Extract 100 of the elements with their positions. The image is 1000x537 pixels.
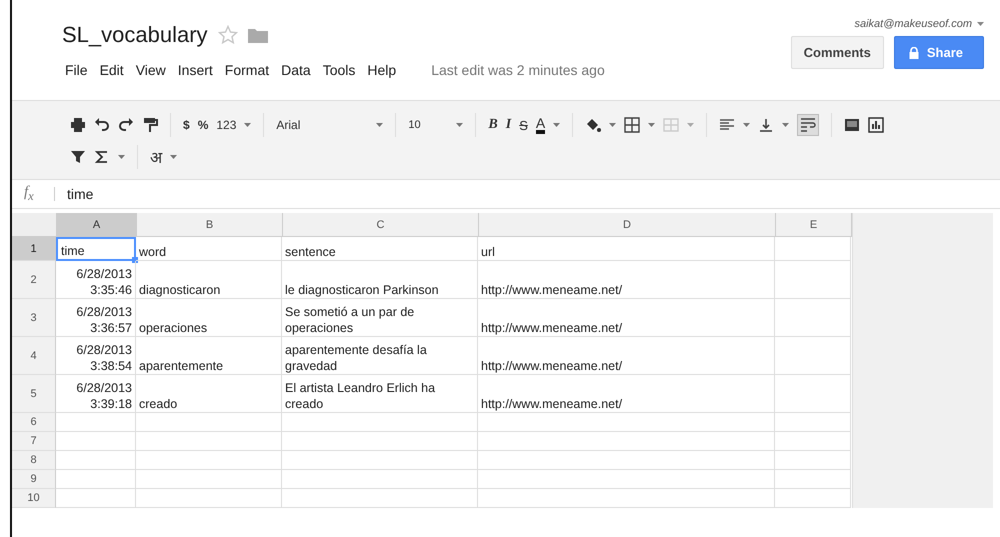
- text-color-button[interactable]: A: [536, 116, 546, 134]
- currency-format-button[interactable]: $: [183, 118, 190, 132]
- table-cell[interactable]: Se sometió a un par de operaciones: [282, 299, 478, 337]
- caret-icon[interactable]: [648, 123, 656, 127]
- row-header[interactable]: 9: [12, 470, 56, 489]
- table-cell[interactable]: operaciones: [136, 299, 282, 337]
- table-cell[interactable]: [282, 413, 478, 432]
- chart-icon[interactable]: [868, 117, 884, 133]
- table-cell[interactable]: aparentemente: [136, 337, 282, 375]
- menu-item[interactable]: Edit: [96, 62, 133, 78]
- table-cell[interactable]: diagnosticaron: [136, 261, 282, 299]
- star-icon[interactable]: [218, 25, 238, 45]
- align-left-icon[interactable]: [719, 117, 736, 133]
- table-cell[interactable]: http://www.meneame.net/: [478, 261, 775, 299]
- borders-icon[interactable]: [624, 117, 640, 133]
- table-cell[interactable]: [56, 413, 136, 432]
- table-cell[interactable]: aparentemente desafía la gravedad: [282, 337, 478, 375]
- sigma-icon[interactable]: [94, 149, 110, 165]
- table-cell[interactable]: [56, 432, 136, 451]
- table-cell[interactable]: 6/28/2013 3:36:57: [56, 299, 136, 337]
- filter-icon[interactable]: [70, 149, 86, 165]
- table-cell[interactable]: creado: [136, 375, 282, 413]
- strikethrough-button[interactable]: S: [519, 118, 528, 132]
- row-header[interactable]: 7: [12, 432, 56, 451]
- caret-icon[interactable]: [456, 123, 464, 127]
- column-header[interactable]: C: [283, 213, 479, 237]
- document-title[interactable]: SL_vocabulary: [62, 22, 208, 48]
- vertical-align-icon[interactable]: [758, 117, 774, 133]
- folder-icon[interactable]: [248, 27, 268, 43]
- number-format-button[interactable]: 123: [216, 118, 236, 132]
- table-cell[interactable]: [775, 489, 851, 508]
- font-dropdown[interactable]: Arial: [276, 118, 368, 132]
- redo-icon[interactable]: [118, 117, 134, 133]
- table-cell[interactable]: [282, 470, 478, 489]
- table-cell[interactable]: [775, 237, 851, 261]
- table-cell[interactable]: time: [56, 237, 136, 261]
- row-header[interactable]: 1: [12, 237, 56, 261]
- wrap-text-icon[interactable]: [797, 114, 820, 136]
- table-cell[interactable]: [478, 451, 775, 470]
- last-edit-status[interactable]: Last edit was 2 minutes ago: [431, 62, 605, 78]
- paint-format-icon[interactable]: [142, 117, 158, 133]
- table-cell[interactable]: [775, 432, 851, 451]
- caret-icon[interactable]: [743, 123, 750, 127]
- table-cell[interactable]: [136, 489, 282, 508]
- table-cell[interactable]: [56, 470, 136, 489]
- table-cell[interactable]: 6/28/2013 3:39:18: [56, 375, 136, 413]
- input-tools-button[interactable]: अ: [150, 146, 162, 168]
- menu-item[interactable]: View: [132, 62, 175, 78]
- caret-icon[interactable]: [977, 22, 984, 26]
- table-cell[interactable]: [478, 489, 775, 508]
- bold-button[interactable]: B: [488, 117, 498, 133]
- table-cell[interactable]: http://www.meneame.net/: [478, 375, 775, 413]
- undo-icon[interactable]: [94, 117, 110, 133]
- table-cell[interactable]: 6/28/2013 3:35:46: [56, 261, 136, 299]
- comment-icon[interactable]: [844, 117, 860, 133]
- menu-item[interactable]: Data: [278, 62, 320, 78]
- table-cell[interactable]: http://www.meneame.net/: [478, 337, 775, 375]
- row-header[interactable]: 10: [12, 489, 56, 508]
- column-header[interactable]: D: [479, 213, 776, 237]
- table-cell[interactable]: [775, 337, 851, 375]
- table-cell[interactable]: El artista Leandro Erlich ha creado: [282, 375, 478, 413]
- table-cell[interactable]: [775, 451, 851, 470]
- table-cell[interactable]: word: [136, 237, 282, 261]
- caret-icon[interactable]: [170, 155, 177, 159]
- table-cell[interactable]: [136, 451, 282, 470]
- row-header[interactable]: 3: [12, 299, 56, 337]
- caret-icon[interactable]: [553, 123, 560, 127]
- table-cell[interactable]: [56, 451, 136, 470]
- table-cell[interactable]: [282, 489, 478, 508]
- table-cell[interactable]: [136, 432, 282, 451]
- table-cell[interactable]: [775, 261, 851, 299]
- column-header[interactable]: B: [137, 213, 283, 237]
- table-cell[interactable]: [775, 413, 851, 432]
- menu-item[interactable]: File: [62, 62, 97, 78]
- table-cell[interactable]: http://www.meneame.net/: [478, 299, 775, 337]
- row-header[interactable]: 6: [12, 413, 56, 432]
- caret-icon[interactable]: [376, 123, 384, 127]
- italic-button[interactable]: I: [506, 117, 512, 133]
- table-cell[interactable]: [282, 432, 478, 451]
- table-cell[interactable]: [478, 432, 775, 451]
- font-size-dropdown[interactable]: 10: [408, 119, 448, 131]
- row-header[interactable]: 5: [12, 375, 56, 413]
- table-cell[interactable]: url: [478, 237, 775, 261]
- column-header[interactable]: E: [776, 213, 852, 237]
- caret-icon[interactable]: [609, 123, 616, 127]
- paint-bucket-icon[interactable]: [585, 117, 602, 133]
- table-cell[interactable]: [775, 375, 851, 413]
- table-cell[interactable]: [775, 299, 851, 337]
- caret-icon[interactable]: [118, 155, 125, 159]
- row-header[interactable]: 4: [12, 337, 56, 375]
- table-cell[interactable]: sentence: [282, 237, 478, 261]
- menu-item[interactable]: Help: [364, 62, 406, 78]
- menu-item[interactable]: Format: [222, 62, 278, 78]
- select-all-corner[interactable]: [12, 213, 57, 237]
- table-cell[interactable]: 6/28/2013 3:38:54: [56, 337, 136, 375]
- caret-icon[interactable]: [244, 123, 252, 127]
- formula-input[interactable]: time: [67, 186, 94, 202]
- table-cell[interactable]: [478, 413, 775, 432]
- table-cell[interactable]: [56, 489, 136, 508]
- table-cell[interactable]: le diagnosticaron Parkinson: [282, 261, 478, 299]
